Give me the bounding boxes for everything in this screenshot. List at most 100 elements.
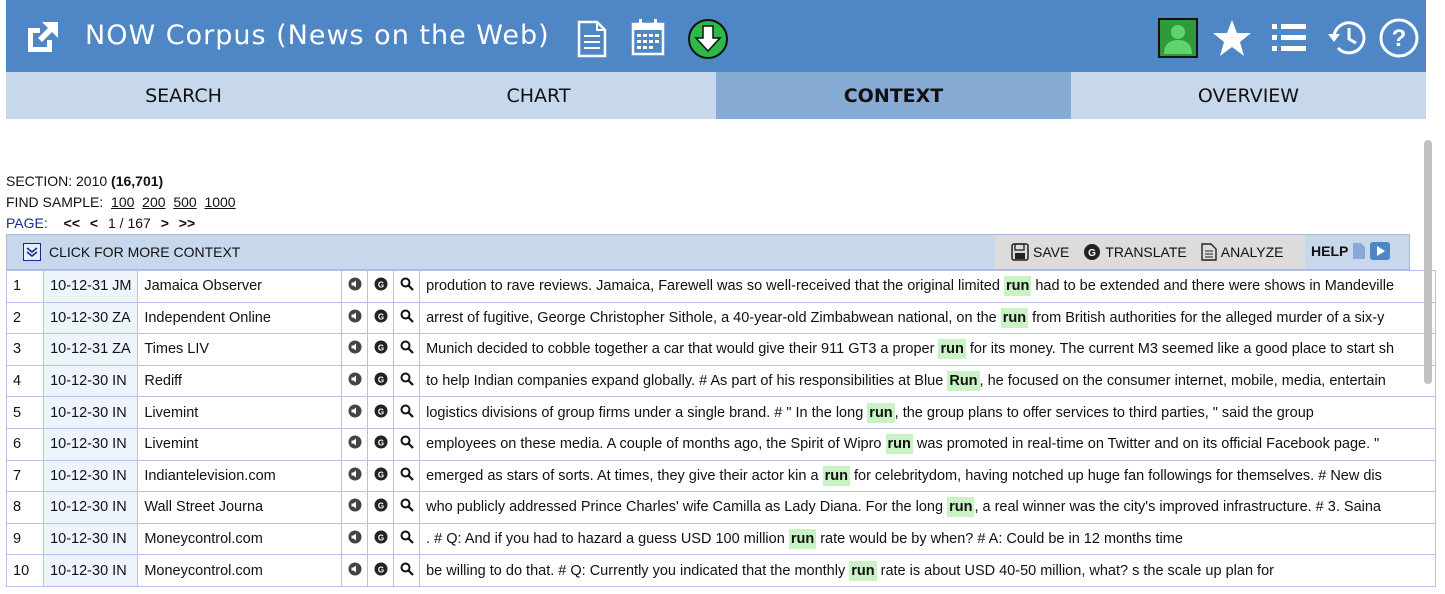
speaker-icon[interactable]: [340, 270, 368, 303]
svg-text:G: G: [378, 439, 384, 448]
search-icon[interactable]: [393, 554, 421, 587]
page-navigation: PAGE: << < 1 / 167 > >>: [6, 215, 201, 231]
translate-icon[interactable]: G: [366, 522, 395, 556]
keyword-highlight[interactable]: run: [947, 497, 975, 518]
pdf-icon[interactable]: [1352, 242, 1366, 260]
calendar-icon[interactable]: [631, 18, 665, 56]
search-icon[interactable]: [393, 301, 421, 335]
row-number: 9: [5, 522, 45, 556]
document-icon[interactable]: [577, 20, 607, 58]
search-icon[interactable]: [393, 459, 421, 493]
search-icon[interactable]: [393, 270, 421, 303]
help-button[interactable]: HELP: [1311, 242, 1391, 260]
svg-text:G: G: [378, 565, 384, 574]
keyword-highlight[interactable]: Run: [947, 371, 980, 392]
main-tabs: SEARCH CHART CONTEXT OVERVIEW: [6, 72, 1426, 119]
translate-icon[interactable]: G: [366, 554, 395, 587]
row-source-link[interactable]: Indiantelevision.com: [137, 459, 342, 493]
chevron-down-icon[interactable]: [23, 243, 41, 261]
search-icon[interactable]: [393, 396, 421, 429]
page-last-link[interactable]: >>: [179, 215, 195, 231]
tab-chart[interactable]: CHART: [361, 72, 716, 119]
speaker-icon[interactable]: [340, 491, 368, 524]
keyword-highlight[interactable]: run: [867, 402, 895, 423]
search-icon[interactable]: [393, 491, 421, 524]
list-icon[interactable]: [1271, 22, 1307, 54]
speaker-icon[interactable]: [340, 396, 368, 429]
vertical-scrollbar[interactable]: [1424, 140, 1432, 384]
context-after: , the group plans to offer services to t…: [894, 404, 1314, 421]
context-before: logistics divisions of group firms under…: [426, 404, 868, 421]
sample-500-link[interactable]: 500: [173, 194, 196, 210]
row-number: 3: [5, 333, 45, 366]
star-icon[interactable]: [1212, 18, 1252, 58]
speaker-icon[interactable]: [340, 554, 368, 587]
keyword-highlight[interactable]: run: [1003, 276, 1032, 297]
row-source-link[interactable]: Moneycontrol.com: [137, 522, 342, 556]
search-icon[interactable]: [393, 522, 421, 556]
translate-icon[interactable]: G: [366, 427, 395, 461]
row-source-link[interactable]: Times LIV: [137, 333, 342, 366]
user-icon[interactable]: [1158, 18, 1198, 58]
row-source-link[interactable]: Moneycontrol.com: [137, 554, 342, 587]
context-after: rate would be by when? # A: Could be in …: [816, 531, 1183, 548]
row-number: 6: [5, 427, 45, 461]
tab-overview[interactable]: OVERVIEW: [1071, 72, 1426, 119]
analyze-button[interactable]: ANALYZE: [1201, 243, 1284, 261]
context-after: , a real winner was the city's improved …: [974, 499, 1381, 516]
save-icon: [1011, 243, 1029, 261]
translate-label: TRANSLATE: [1105, 244, 1187, 260]
keyword-highlight[interactable]: run: [822, 465, 850, 486]
keyword-highlight[interactable]: run: [938, 339, 966, 360]
keyword-highlight[interactable]: run: [788, 529, 817, 550]
row-date: 10-12-30 IN: [43, 522, 139, 556]
row-date: 10-12-30 IN: [43, 364, 139, 398]
speaker-icon[interactable]: [340, 459, 368, 493]
sample-200-link[interactable]: 200: [142, 194, 165, 210]
page-prev-link[interactable]: <: [90, 215, 98, 231]
speaker-icon[interactable]: [340, 427, 368, 461]
download-icon[interactable]: [687, 18, 729, 60]
search-icon[interactable]: [393, 364, 421, 398]
speaker-icon[interactable]: [340, 301, 368, 335]
row-source-link[interactable]: Rediff: [137, 364, 342, 398]
tab-context[interactable]: CONTEXT: [716, 72, 1071, 119]
search-icon[interactable]: [393, 427, 421, 461]
help-icon[interactable]: ?: [1379, 18, 1419, 58]
speaker-icon[interactable]: [340, 333, 368, 366]
translate-button[interactable]: G TRANSLATE: [1083, 243, 1187, 261]
keyword-highlight[interactable]: run: [849, 560, 877, 581]
table-row: 2 10-12-30 ZA Independent Online Garrest of…: [5, 301, 1436, 335]
translate-icon[interactable]: G: [366, 491, 395, 524]
keyword-highlight[interactable]: run: [1000, 307, 1029, 328]
more-context-button[interactable]: CLICK FOR MORE CONTEXT: [23, 243, 240, 261]
translate-icon[interactable]: G: [366, 333, 395, 366]
row-source-link[interactable]: Jamaica Observer: [137, 270, 342, 303]
translate-icon[interactable]: G: [366, 459, 395, 493]
search-icon[interactable]: [393, 333, 421, 366]
translate-icon[interactable]: G: [366, 396, 395, 429]
page-first-link[interactable]: <<: [64, 215, 80, 231]
external-link-icon[interactable]: [24, 18, 62, 56]
row-source-link[interactable]: Livemint: [137, 396, 342, 429]
save-button[interactable]: SAVE: [1011, 243, 1069, 261]
table-row: 10 10-12-30 IN Moneycontrol.com Gbe willing…: [5, 554, 1436, 587]
translate-icon[interactable]: G: [366, 301, 395, 335]
row-source-link[interactable]: Livemint: [137, 427, 342, 461]
sample-100-link[interactable]: 100: [111, 194, 134, 210]
play-video-icon[interactable]: [1370, 242, 1391, 260]
context-after: from British authorities for the alleged…: [1028, 309, 1385, 326]
svg-text:G: G: [378, 312, 384, 321]
history-icon[interactable]: [1326, 18, 1368, 58]
corpus-title[interactable]: NOW Corpus (News on the Web): [85, 20, 550, 51]
translate-icon[interactable]: G: [366, 364, 395, 398]
page-next-link[interactable]: >: [161, 215, 169, 231]
row-source-link[interactable]: Wall Street Journa: [137, 491, 342, 524]
speaker-icon[interactable]: [340, 364, 368, 398]
tab-search[interactable]: SEARCH: [6, 72, 361, 119]
speaker-icon[interactable]: [340, 522, 368, 556]
translate-icon[interactable]: G: [366, 270, 395, 303]
sample-1000-link[interactable]: 1000: [204, 194, 235, 210]
row-source-link[interactable]: Independent Online: [137, 301, 342, 335]
keyword-highlight[interactable]: run: [885, 434, 913, 455]
